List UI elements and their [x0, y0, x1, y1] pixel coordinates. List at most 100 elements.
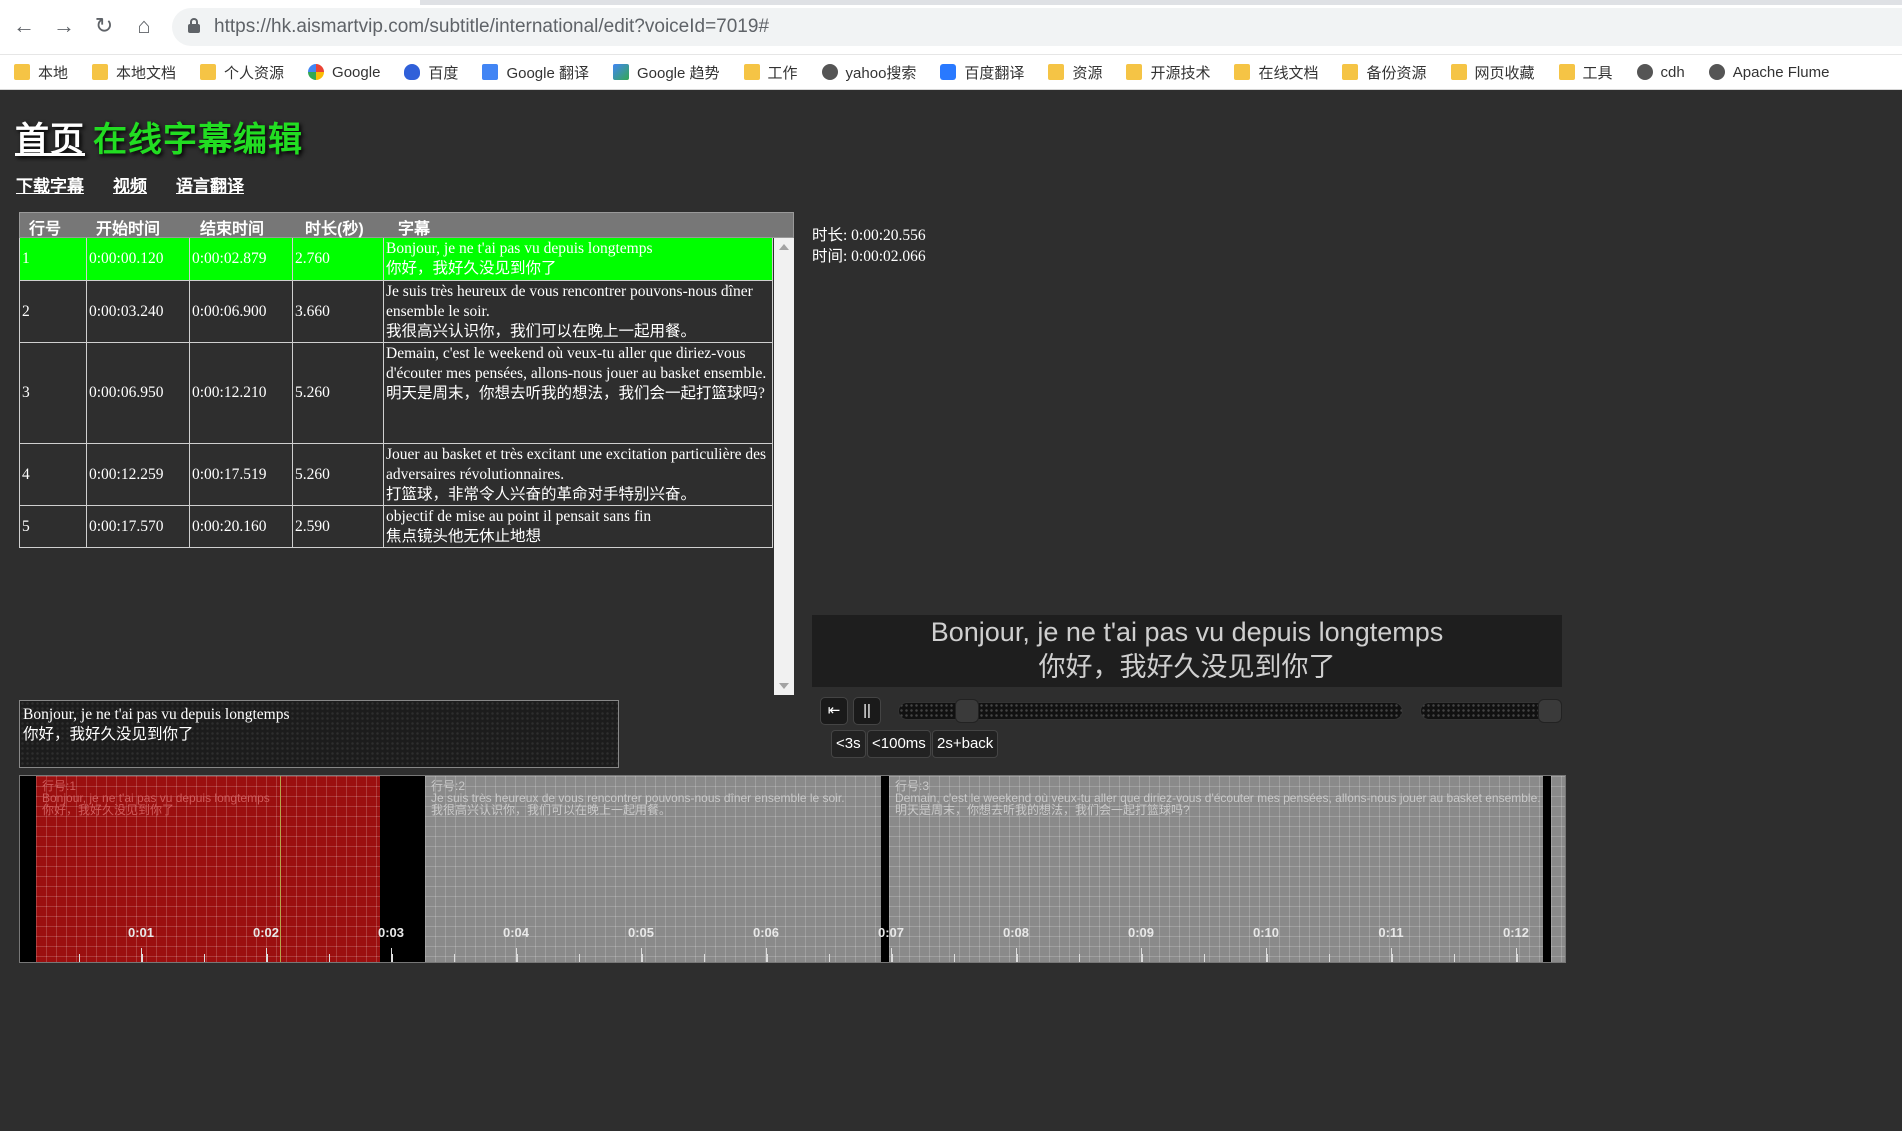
bookmark-item[interactable]: 个人资源: [200, 62, 284, 83]
bookmark-item[interactable]: 工作: [743, 62, 798, 83]
forward-arrow-icon[interactable]: →: [50, 12, 78, 40]
subtitle-line: Demain, c'est le weekend où veux-tu alle…: [386, 345, 767, 382]
cell-subtitle[interactable]: Bonjour, je ne t'ai pas vu depuis longte…: [384, 238, 772, 280]
timeline-minor-tick: [1454, 954, 1455, 962]
bookmark-item[interactable]: Google 趋势: [612, 62, 720, 83]
back-arrow-icon[interactable]: ←: [10, 12, 38, 40]
subtitle-editor-textarea[interactable]: Bonjour, je ne t'ai pas vu depuis longte…: [19, 700, 619, 768]
translate-link[interactable]: 语言翻译: [176, 172, 244, 197]
cell-duration[interactable]: 3.660: [293, 281, 384, 342]
cell-end-time[interactable]: 0:00:12.210: [190, 343, 293, 443]
playhead-cursor[interactable]: [280, 776, 281, 962]
pause-icon[interactable]: ||: [853, 697, 881, 725]
editor-line-2: 你好，我好久没见到你了: [23, 726, 194, 743]
bookmark-item[interactable]: Google 翻译: [482, 62, 589, 83]
folder-icon: [1342, 64, 1359, 80]
url-text[interactable]: https://hk.aismartvip.com/subtitle/inter…: [214, 16, 769, 38]
col-header-no: 行号: [29, 221, 62, 238]
timeline-minor-tick: [829, 954, 830, 962]
table-row[interactable]: 2 0:00:03.240 0:00:06.900 3.660 Je suis très…: [19, 281, 773, 343]
cell-end-time[interactable]: 0:00:20.160: [190, 506, 293, 547]
bookmark-item[interactable]: 开源技术: [1126, 62, 1210, 83]
timeline-tick-label: 0:04: [502, 925, 530, 940]
cell-end-time[interactable]: 0:00:17.519: [190, 444, 293, 505]
folder-icon: [14, 64, 30, 80]
bookmark-item[interactable]: 工具: [1558, 62, 1613, 83]
cell-start-time[interactable]: 0:00:06.950: [87, 343, 190, 443]
timeline-tick-label: 0:05: [627, 925, 655, 940]
col-header-end: 结束时间: [200, 221, 265, 238]
cell-start-time[interactable]: 0:00:00.120: [87, 238, 190, 280]
folder-icon: [1450, 64, 1467, 80]
cell-start-time[interactable]: 0:00:12.259: [87, 444, 190, 505]
home-link[interactable]: 首页: [15, 121, 85, 159]
timeline-region-3[interactable]: 行号:3 Demain, c'est le weekend où veux-tu…: [889, 776, 1543, 962]
google-icon: [308, 64, 325, 80]
waveform-timeline[interactable]: 行号:1 Bonjour, je ne t'ai pas vu depuis l…: [19, 775, 1566, 963]
cell-start-time[interactable]: 0:00:03.240: [87, 281, 190, 342]
cell-row-number[interactable]: 3: [20, 343, 87, 443]
timeline-minor-tick: [1204, 954, 1205, 962]
cell-duration[interactable]: 2.590: [293, 506, 384, 547]
bookmark-item[interactable]: 百度: [404, 62, 458, 83]
bookmark-item[interactable]: Google: [308, 64, 380, 81]
bookmark-label: Apache Flume: [1732, 63, 1830, 81]
cell-row-number[interactable]: 5: [20, 506, 87, 547]
cell-start-time[interactable]: 0:00:17.570: [87, 506, 190, 547]
table-row[interactable]: 4 0:00:12.259 0:00:17.519 5.260 Jouer au bas…: [19, 444, 773, 506]
two-sec-back-button[interactable]: 2s+back: [932, 730, 999, 758]
bookmark-item[interactable]: 本地: [14, 62, 68, 83]
bookmark-item[interactable]: 在线文档: [1234, 62, 1318, 83]
table-row[interactable]: 1 0:00:00.120 0:00:02.879 2.760 Bonjour, je …: [19, 238, 773, 281]
scroll-up-arrow-icon[interactable]: [779, 244, 789, 250]
folder-icon: [1234, 64, 1251, 80]
back-100ms-button[interactable]: <100ms: [867, 730, 931, 758]
timeline-region-4[interactable]: [1551, 776, 1565, 962]
col-header-start: 开始时间: [96, 221, 161, 238]
cell-subtitle[interactable]: Jouer au basket et très excitant une exc…: [384, 444, 772, 505]
timeline-region-1[interactable]: 行号:1 Bonjour, je ne t'ai pas vu depuis l…: [36, 776, 380, 962]
cell-duration[interactable]: 2.760: [293, 238, 384, 280]
back-3s-button[interactable]: <3s: [831, 730, 866, 758]
bookmark-item[interactable]: 资源: [1048, 62, 1102, 83]
bookmark-label: 个人资源: [224, 64, 285, 82]
timeline-minor-tick: [1017, 954, 1018, 962]
bookmark-item[interactable]: 百度翻译: [940, 62, 1024, 83]
skip-back-icon[interactable]: ⇤: [820, 697, 848, 725]
table-row[interactable]: 3 0:00:06.950 0:00:12.210 5.260 Demain, c'es…: [19, 343, 773, 444]
cell-subtitle[interactable]: Je suis très heureux de vous rencontrer …: [384, 281, 772, 342]
table-row[interactable]: 5 0:00:17.570 0:00:20.160 2.590 objectif de …: [19, 506, 773, 548]
cell-subtitle[interactable]: Demain, c'est le weekend où veux-tu alle…: [384, 343, 772, 443]
bookmark-item[interactable]: 网页收藏: [1450, 62, 1535, 83]
editor-line-1: Bonjour, je ne t'ai pas vu depuis longte…: [23, 706, 290, 723]
cell-duration[interactable]: 5.260: [293, 444, 384, 505]
cell-duration[interactable]: 5.260: [293, 343, 384, 443]
timeline-tick-label: 0:02: [252, 925, 280, 940]
bookmark-item[interactable]: Apache Flume: [1708, 63, 1830, 81]
reload-icon[interactable]: ↻: [90, 12, 118, 40]
volume-slider-handle[interactable]: [1538, 699, 1562, 723]
scroll-down-arrow-icon[interactable]: [779, 683, 789, 689]
download-subtitles-link[interactable]: 下载字幕: [16, 172, 84, 197]
bookmark-item[interactable]: 本地文档: [92, 62, 176, 83]
timeline-tick-label: 0:01: [127, 925, 155, 940]
bookmark-item[interactable]: yahoo搜索: [821, 62, 916, 83]
cell-subtitle[interactable]: objectif de mise au point il pensait san…: [384, 506, 772, 547]
bookmark-item[interactable]: cdh: [1636, 64, 1685, 81]
overlay-line-1: Bonjour, je ne t'ai pas vu depuis longte…: [930, 617, 1444, 647]
cell-row-number[interactable]: 1: [20, 238, 87, 280]
progress-slider-handle[interactable]: [955, 699, 980, 723]
cell-end-time[interactable]: 0:00:06.900: [190, 281, 293, 342]
bookmark-item[interactable]: 备份资源: [1342, 62, 1427, 83]
cell-row-number[interactable]: 4: [20, 444, 87, 505]
timeline-tick-label: 0:07: [877, 925, 905, 940]
home-icon[interactable]: ⌂: [130, 12, 158, 40]
timeline-tick-label: 0:09: [1127, 925, 1155, 940]
address-bar[interactable]: https://hk.aismartvip.com/subtitle/inter…: [172, 8, 1902, 46]
cell-row-number[interactable]: 2: [20, 281, 87, 342]
cell-end-time[interactable]: 0:00:02.879: [190, 238, 293, 280]
timeline-minor-tick: [642, 954, 643, 962]
trends-icon: [612, 64, 629, 80]
video-link[interactable]: 视频: [113, 172, 147, 197]
table-scrollbar[interactable]: [774, 238, 794, 695]
